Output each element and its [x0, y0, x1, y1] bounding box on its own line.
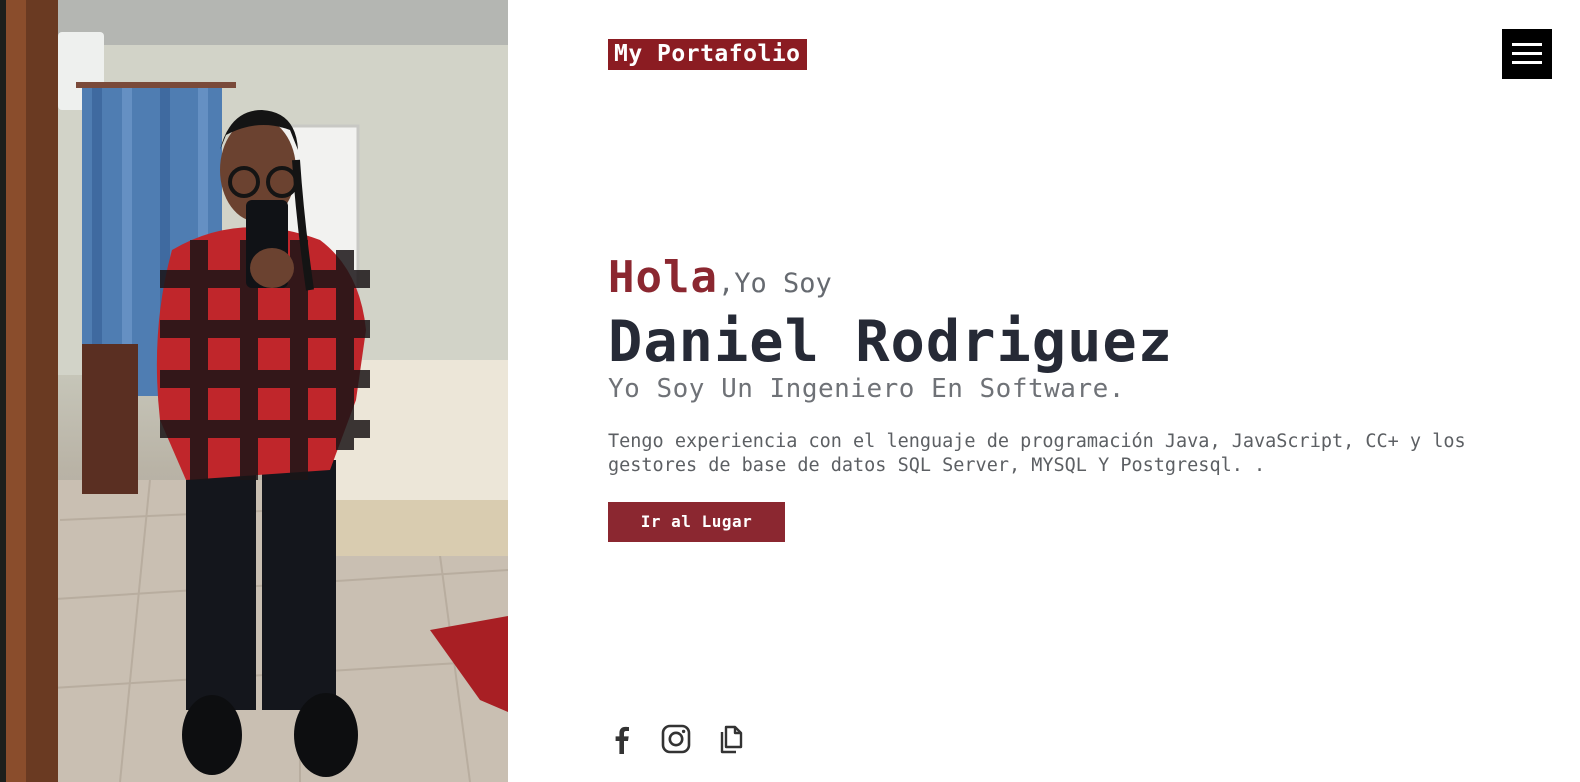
hero-name: Daniel Rodriguez [608, 309, 1174, 375]
profile-photo [0, 0, 508, 782]
menu-bar [1512, 43, 1542, 46]
greeting-line: Hola,Yo Soy [608, 252, 1488, 308]
cta-button[interactable]: Ir al Lugar [608, 502, 785, 542]
instagram-icon[interactable] [660, 723, 692, 755]
greeting-rest: ,Yo Soy [717, 268, 832, 299]
hamburger-menu-icon[interactable] [1502, 29, 1552, 79]
facebook-icon[interactable] [606, 723, 638, 755]
menu-bar [1512, 61, 1542, 64]
social-links [606, 722, 746, 756]
hero-description: Tengo experiencia con el lenguaje de pro… [608, 431, 1466, 476]
hero-role: Yo Soy Un Ingeniero En Software. [608, 374, 1125, 404]
hero-section: Hola,Yo Soy Daniel Rodriguez Yo Soy Un I… [608, 252, 1488, 542]
menu-bar [1512, 52, 1542, 55]
logo[interactable]: My Portafolio [608, 39, 807, 70]
greeting: Hola [608, 252, 718, 303]
documents-icon[interactable] [714, 723, 746, 755]
